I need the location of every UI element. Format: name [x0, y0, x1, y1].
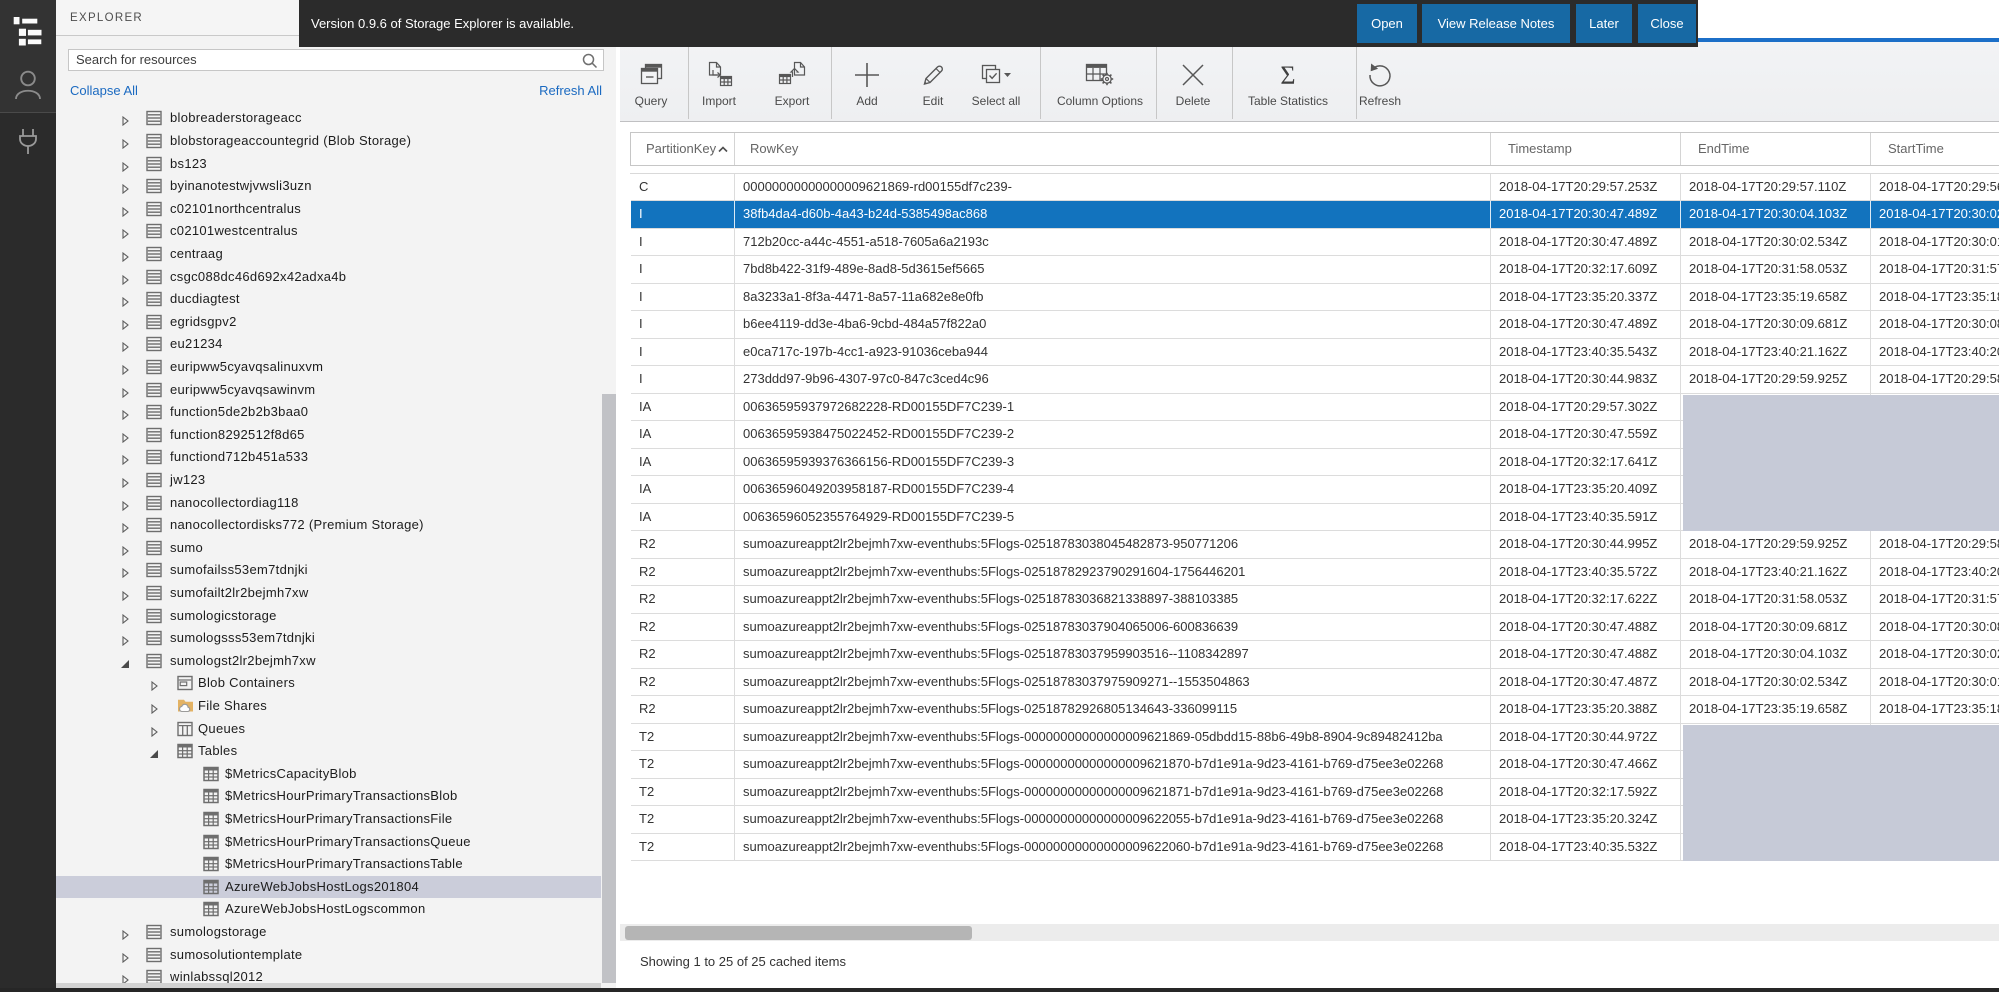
svg-text:Σ: Σ: [1280, 61, 1295, 89]
